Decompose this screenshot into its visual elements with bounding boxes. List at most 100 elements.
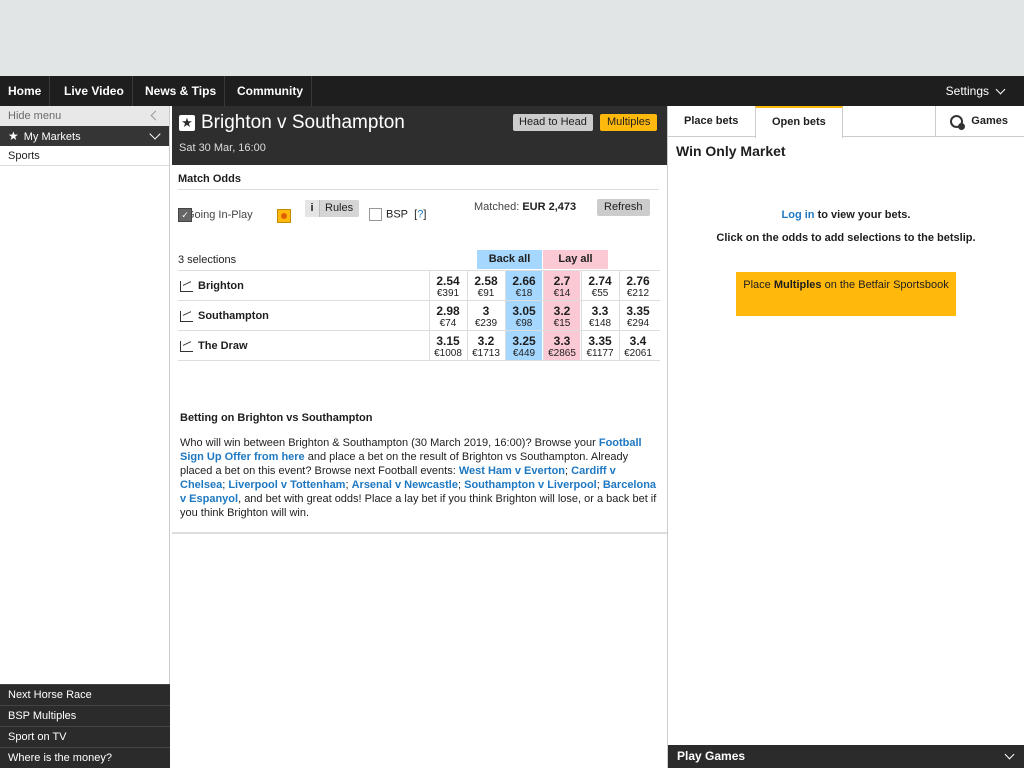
back-odds-best[interactable]: 2.66 €18 <box>505 271 542 300</box>
favourite-star-icon[interactable]: ★ <box>179 115 195 131</box>
chart-icon[interactable] <box>180 311 193 322</box>
back-odds-best[interactable]: 3.25 €449 <box>505 331 542 360</box>
tab-place-bets[interactable]: Place bets <box>668 106 754 137</box>
odds-price: 3.35 <box>626 304 650 318</box>
back-all-button[interactable]: Back all <box>477 250 542 269</box>
market-view: ★ Brighton v Southampton Sat 30 Mar, 16:… <box>172 106 667 534</box>
betting-info: Betting on Brighton vs Southampton Who w… <box>180 411 658 520</box>
games-label: Games <box>971 115 1008 127</box>
left-menu: Hide menu ★ My Markets Sports Next Horse … <box>0 106 170 768</box>
odds-size: €449 <box>512 348 536 359</box>
login-link[interactable]: Log in <box>782 209 815 221</box>
runner-name[interactable]: Southampton <box>178 301 428 331</box>
where-is-the-money-link[interactable]: Where is the money? <box>0 747 170 768</box>
back-odds-2[interactable]: 3 €239 <box>467 301 504 330</box>
lay-odds-2[interactable]: 3.3 €148 <box>581 301 618 330</box>
lay-odds-best[interactable]: 3.2 €15 <box>543 301 580 330</box>
info-text-part: , and bet with great odds! Place a lay b… <box>180 493 657 519</box>
chart-icon[interactable] <box>180 281 193 292</box>
tab-open-bets[interactable]: Open bets <box>755 106 843 138</box>
next-horse-race-link[interactable]: Next Horse Race <box>0 684 170 705</box>
odds-size: €1177 <box>586 348 614 359</box>
runner-label: The Draw <box>198 340 248 352</box>
left-bottom-links: Next Horse Race BSP Multiples Sport on T… <box>0 684 170 768</box>
bsp-help-link[interactable]: ? <box>417 208 423 220</box>
odds-size: €91 <box>477 288 495 299</box>
lay-odds-3[interactable]: 2.76 €212 <box>619 271 656 300</box>
chart-icon[interactable] <box>180 341 193 352</box>
lay-odds-2[interactable]: 2.74 €55 <box>581 271 618 300</box>
going-in-play-checkbox[interactable]: ✓ <box>178 208 192 222</box>
lay-odds-2[interactable]: 3.35 €1177 <box>581 331 618 360</box>
play-games-label: Play Games <box>677 749 746 763</box>
info-heading: Betting on Brighton vs Southampton <box>180 412 373 424</box>
runner-row: The Draw 3.15 €1008 3.2 €1713 3.25 €449 3.3… <box>178 331 660 361</box>
back-odds-3[interactable]: 2.98 €74 <box>429 301 466 330</box>
nav-home[interactable]: Home <box>0 76 51 106</box>
info-icon: i <box>305 200 320 217</box>
odds-size: €14 <box>553 288 571 299</box>
odds-price: 3.3 <box>591 304 609 318</box>
lay-odds-best[interactable]: 3.3 €2865 <box>543 331 580 360</box>
lay-all-button[interactable]: Lay all <box>543 250 608 269</box>
odds-price: 2.98 <box>436 304 460 318</box>
back-odds-3[interactable]: 2.54 €391 <box>429 271 466 300</box>
back-odds-3[interactable]: 3.15 €1008 <box>429 331 466 360</box>
back-odds-best[interactable]: 3.05 €98 <box>505 301 542 330</box>
sports-link[interactable]: Sports <box>0 146 169 166</box>
odds-price: 2.54 <box>436 274 460 288</box>
win-only-market-title: Win Only Market <box>676 143 786 159</box>
lay-odds-best[interactable]: 2.7 €14 <box>543 271 580 300</box>
odds-size: €55 <box>591 288 609 299</box>
hide-menu-button[interactable]: Hide menu <box>0 106 169 126</box>
my-markets-item[interactable]: ★ My Markets <box>0 126 169 146</box>
odds-size: €148 <box>588 318 612 329</box>
event-link-liverpool-tottenham[interactable]: Liverpool v Tottenham <box>228 479 345 491</box>
bsp-checkbox[interactable] <box>369 208 382 221</box>
event-link-arsenal-newcastle[interactable]: Arsenal v Newcastle <box>352 479 458 491</box>
settings-menu[interactable]: Settings <box>936 76 1024 106</box>
games-icon <box>950 114 966 130</box>
odds-price: 2.66 <box>512 274 536 288</box>
place-multiples-banner[interactable]: Place Multiples on the Betfair Sportsboo… <box>736 272 956 316</box>
runner-name[interactable]: The Draw <box>178 331 428 361</box>
back-odds-2[interactable]: 3.2 €1713 <box>467 331 504 360</box>
odds-price: 3.05 <box>512 304 536 318</box>
lay-odds-3[interactable]: 3.4 €2061 <box>619 331 656 360</box>
going-in-play-label: Going In-Play <box>186 208 253 221</box>
odds-price: 3.3 <box>553 334 571 348</box>
nav-community[interactable]: Community <box>229 76 312 106</box>
play-games-bar[interactable]: Play Games <box>668 745 1024 768</box>
runner-label: Southampton <box>198 310 269 322</box>
runner-name[interactable]: Brighton <box>178 271 428 301</box>
odds-price: 2.58 <box>474 274 498 288</box>
tab-games[interactable]: Games <box>935 106 1024 137</box>
odds-size: €391 <box>436 288 460 299</box>
head-to-head-button[interactable]: Head to Head <box>513 114 593 131</box>
lay-odds-3[interactable]: 3.35 €294 <box>619 301 656 330</box>
hide-menu-label: Hide menu <box>8 110 62 122</box>
nav-news-tips[interactable]: News & Tips <box>137 76 226 106</box>
matched-value: EUR 2,473 <box>522 201 577 213</box>
in-play-icon <box>277 209 291 223</box>
sport-on-tv-link[interactable]: Sport on TV <box>0 726 170 747</box>
nav-live-video[interactable]: Live Video <box>56 76 133 106</box>
event-link-southampton-liverpool[interactable]: Southampton v Liverpool <box>464 479 597 491</box>
odds-price: 3.2 <box>553 304 571 318</box>
matched-amount: Matched: EUR 2,473 <box>474 201 576 213</box>
bsp-multiples-link[interactable]: BSP Multiples <box>0 705 170 726</box>
click-odds-message: Click on the odds to add selections to t… <box>716 232 976 244</box>
odds-size: €98 <box>515 318 533 329</box>
odds-size: €212 <box>626 288 650 299</box>
rules-label: Rules <box>325 202 354 214</box>
back-odds-2[interactable]: 2.58 €91 <box>467 271 504 300</box>
bsp-label: BSP <box>386 208 409 221</box>
rules-button[interactable]: i Rules <box>305 200 360 217</box>
odds-size: €2061 <box>624 348 652 359</box>
refresh-button[interactable]: Refresh <box>597 199 650 216</box>
multiples-button[interactable]: Multiples <box>600 114 658 131</box>
event-link-west-ham-everton[interactable]: West Ham v Everton <box>459 465 565 477</box>
selection-count: 3 selections <box>178 254 237 266</box>
chevron-left-icon <box>150 110 161 121</box>
matched-label: Matched: <box>474 201 520 213</box>
